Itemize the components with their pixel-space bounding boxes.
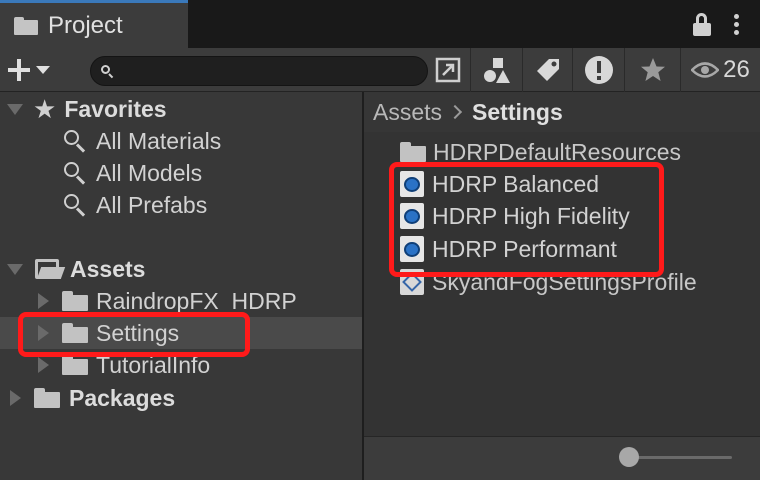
shapes-icon <box>483 58 510 83</box>
search-field[interactable] <box>90 56 428 86</box>
search-icon <box>64 194 86 217</box>
visibility-count: 26 <box>723 56 750 83</box>
expand-arrow-icon[interactable] <box>38 293 49 309</box>
tree-label: All Materials <box>96 127 222 154</box>
highlight-box-settings <box>18 312 250 357</box>
lock-icon[interactable] <box>692 13 712 37</box>
search-by-type-button[interactable] <box>470 48 522 92</box>
tree-item-all-models[interactable]: All Models <box>0 157 362 189</box>
search-icon <box>64 130 86 153</box>
expand-arrow-icon[interactable] <box>10 390 21 406</box>
breadcrumb: Assets Settings <box>364 92 760 132</box>
folder-icon <box>34 388 60 408</box>
folder-icon <box>62 291 88 311</box>
search-icon <box>101 65 114 79</box>
visibility-toggle-button[interactable]: 26 <box>680 48 760 92</box>
tree-item-all-materials[interactable]: All Materials <box>0 125 362 157</box>
tree-item-all-prefabs[interactable]: All Prefabs <box>0 189 362 221</box>
import-log-button[interactable] <box>572 48 624 92</box>
chevron-down-icon <box>36 66 50 74</box>
folder-icon <box>14 16 38 35</box>
search-icon <box>64 162 86 185</box>
kebab-menu-icon[interactable] <box>733 14 741 38</box>
breadcrumb-settings[interactable]: Settings <box>472 99 563 126</box>
tab-bar: Project <box>0 0 760 48</box>
tree-label: Favorites <box>64 95 167 122</box>
favorites-button[interactable] <box>624 48 680 92</box>
folder-open-icon <box>35 259 66 279</box>
zoom-slider-track[interactable] <box>626 456 732 459</box>
expand-arrow-icon[interactable] <box>7 263 23 275</box>
folder-icon <box>400 142 426 162</box>
plus-icon <box>8 59 30 81</box>
tree-label: RaindropFX_HDRP <box>96 287 297 314</box>
tree-label: Packages <box>69 384 176 411</box>
folder-icon <box>62 355 88 375</box>
tag-icon <box>536 59 559 81</box>
tab-project[interactable]: Project <box>0 0 188 48</box>
tree-label: All Models <box>96 159 203 186</box>
create-dropdown-button[interactable] <box>8 56 66 84</box>
tree-item-assets[interactable]: Assets <box>0 253 362 285</box>
tree-item-favorites[interactable]: ★ Favorites <box>0 93 362 125</box>
tab-label: Project <box>48 11 123 39</box>
chevron-right-icon <box>447 104 463 120</box>
tree-label: Assets <box>70 255 146 282</box>
folder-tree-pane: ★ Favorites All Materials All Models All… <box>0 92 362 480</box>
star-icon: ★ <box>33 94 57 124</box>
open-window-icon <box>435 57 461 83</box>
expand-arrow-icon[interactable] <box>38 357 49 373</box>
breadcrumb-assets[interactable]: Assets <box>373 99 442 126</box>
highlight-box-hdrp-assets <box>389 162 664 277</box>
tree-label: All Prefabs <box>96 191 208 218</box>
warning-icon <box>584 56 613 84</box>
search-input[interactable] <box>121 59 421 83</box>
eye-icon <box>691 62 720 78</box>
star-icon <box>640 58 665 81</box>
tree-item-packages[interactable]: Packages <box>0 382 362 414</box>
toolbar: 26 <box>0 48 760 92</box>
search-in-scene-button[interactable] <box>428 48 468 92</box>
zoom-slider-handle[interactable] <box>619 447 639 467</box>
search-by-label-button[interactable] <box>522 48 572 92</box>
expand-arrow-icon[interactable] <box>7 103 23 115</box>
